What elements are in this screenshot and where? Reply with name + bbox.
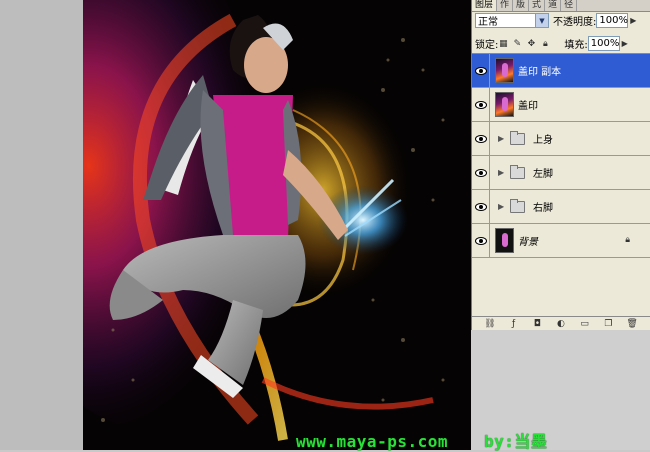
- opacity-input[interactable]: 100%: [596, 13, 629, 28]
- lock-fill-row: 锁定: ▦ ✎ ✥ 🔒︎ 填充: 100% ▶: [475, 35, 647, 52]
- fill-slider-arrow-icon[interactable]: ▶: [620, 39, 630, 48]
- tab-4[interactable]: 式: [529, 0, 546, 11]
- eye-icon: [474, 168, 487, 177]
- folder-icon: [510, 164, 525, 179]
- folder-icon: [510, 198, 525, 213]
- new-group-icon[interactable]: ▭: [579, 319, 591, 329]
- visibility-toggle[interactable]: [472, 224, 490, 257]
- lock-image-icon[interactable]: ✎: [512, 39, 522, 49]
- visibility-toggle[interactable]: [472, 190, 490, 223]
- chevron-down-icon[interactable]: ▼: [535, 14, 548, 27]
- panel-tabs: 图层 作 版 式 道 径: [472, 0, 650, 12]
- watermark-text: www.maya-ps.com by:当墨: [296, 428, 547, 452]
- layer-group-left-leg[interactable]: ▶ 左脚: [472, 156, 650, 190]
- eye-icon: [474, 236, 487, 245]
- layer-thumbnail: [495, 58, 514, 83]
- watermark-site: www.maya-ps.com: [296, 432, 448, 451]
- layer-group-upper-body[interactable]: ▶ 上身: [472, 122, 650, 156]
- trash-icon[interactable]: 🗑︎: [626, 319, 638, 329]
- visibility-toggle[interactable]: [472, 122, 490, 155]
- layer-mask-icon[interactable]: ◘: [531, 319, 543, 329]
- tab-layers[interactable]: 图层: [472, 0, 498, 11]
- artwork-photo: [83, 0, 471, 450]
- expand-triangle-icon[interactable]: ▶: [498, 202, 506, 211]
- lock-transparency-icon[interactable]: ▦: [498, 39, 508, 49]
- layer-list: 盖印 副本 盖印 ▶ 上身 ▶ 左脚 ▶ 右脚 背景 🔒︎: [472, 53, 650, 258]
- panel-bottom-toolbar: ⛓ ƒ ◘ ◐ ▭ ❐ 🗑︎: [472, 316, 650, 330]
- eye-icon: [474, 100, 487, 109]
- eye-icon: [474, 202, 487, 211]
- link-layers-icon[interactable]: ⛓: [484, 319, 496, 329]
- layer-name: 背景: [518, 237, 538, 248]
- layer-name: 盖印 副本: [518, 67, 562, 78]
- watermark-author: by:当墨: [484, 432, 548, 451]
- tab-2[interactable]: 作: [497, 0, 514, 11]
- workspace-background: [0, 0, 83, 450]
- expand-triangle-icon[interactable]: ▶: [498, 134, 506, 143]
- fill-label: 填充:: [564, 40, 588, 51]
- image-canvas[interactable]: [83, 0, 471, 450]
- layer-row-stamp[interactable]: 盖印: [472, 88, 650, 122]
- folder-icon: [510, 130, 525, 145]
- blend-opacity-row: 正常 ▼ 不透明度: 100% ▶: [475, 12, 647, 29]
- layer-name: 上身: [533, 135, 553, 146]
- visibility-toggle[interactable]: [472, 88, 490, 121]
- layers-panel: 图层 作 版 式 道 径 正常 ▼ 不透明度: 100% ▶ 锁定: ▦ ✎ ✥…: [471, 0, 650, 330]
- lock-all-icon[interactable]: 🔒︎: [540, 39, 550, 49]
- layer-thumbnail: [495, 228, 514, 253]
- blend-mode-select[interactable]: 正常 ▼: [475, 13, 549, 28]
- layer-style-icon[interactable]: ƒ: [508, 319, 520, 329]
- lock-position-icon[interactable]: ✥: [526, 39, 536, 49]
- visibility-toggle[interactable]: [472, 54, 490, 87]
- tab-paths[interactable]: 径: [561, 0, 578, 11]
- lock-label: 锁定:: [475, 40, 499, 51]
- tab-channels[interactable]: 道: [545, 0, 562, 11]
- layer-name: 左脚: [533, 169, 553, 180]
- eye-icon: [474, 66, 487, 75]
- new-layer-icon[interactable]: ❐: [602, 319, 614, 329]
- layer-name: 右脚: [533, 203, 553, 214]
- adjustment-layer-icon[interactable]: ◐: [555, 319, 567, 329]
- layer-group-right-leg[interactable]: ▶ 右脚: [472, 190, 650, 224]
- opacity-label: 不透明度:: [553, 17, 597, 28]
- expand-triangle-icon[interactable]: ▶: [498, 168, 506, 177]
- layer-name: 盖印: [518, 101, 538, 112]
- eye-icon: [474, 134, 487, 143]
- layer-row-stamp-copy[interactable]: 盖印 副本: [472, 54, 650, 88]
- layer-thumbnail: [495, 92, 514, 117]
- layer-row-background[interactable]: 背景 🔒︎: [472, 224, 650, 258]
- visibility-toggle[interactable]: [472, 156, 490, 189]
- tab-3[interactable]: 版: [513, 0, 530, 11]
- lock-icon: 🔒︎: [625, 235, 630, 245]
- opacity-slider-arrow-icon[interactable]: ▶: [628, 16, 638, 25]
- blend-mode-value: 正常: [478, 17, 498, 28]
- fill-input[interactable]: 100%: [587, 36, 620, 51]
